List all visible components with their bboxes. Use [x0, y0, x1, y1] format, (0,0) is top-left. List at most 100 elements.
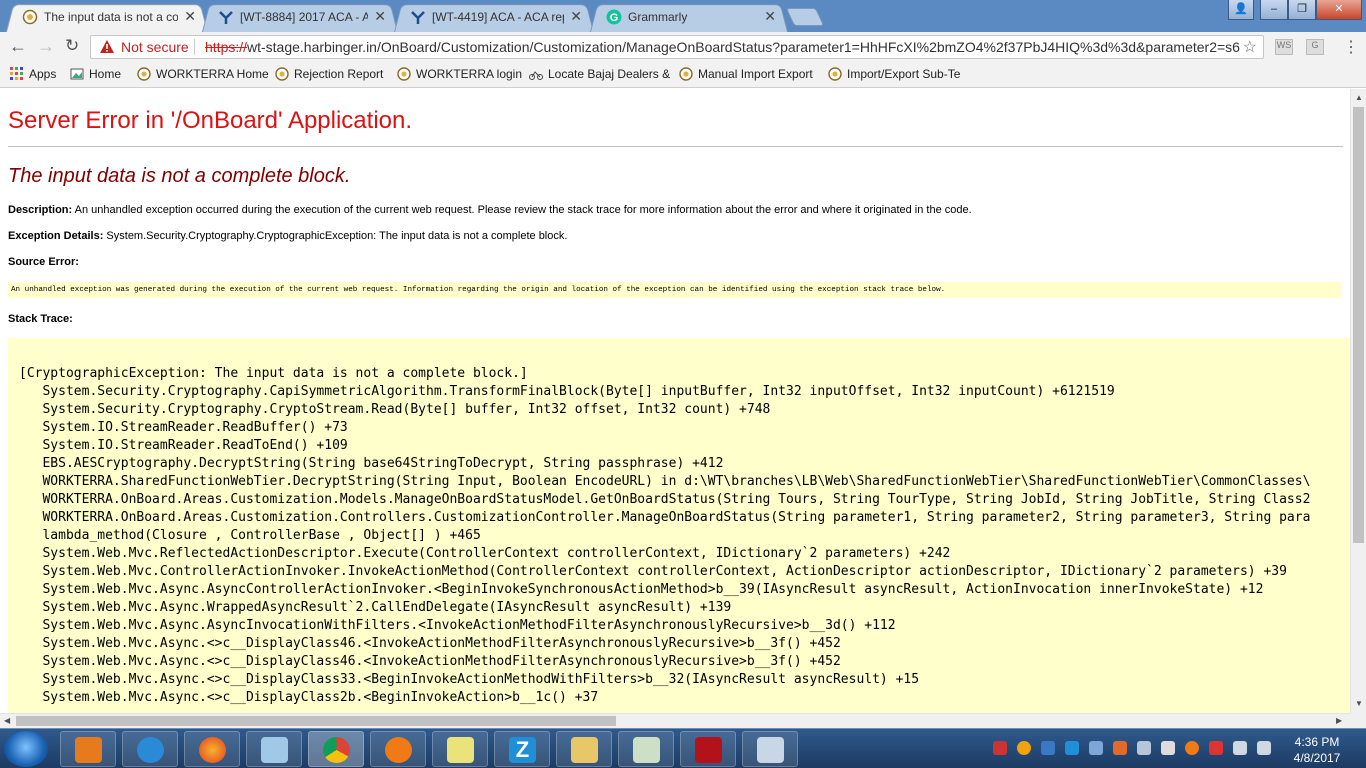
- tray-sync-icon[interactable]: [1161, 741, 1175, 755]
- extension-g-icon[interactable]: G: [1306, 39, 1324, 55]
- tab-wt-8884[interactable]: [WT-8884] 2017 ACA - ACA reports ✕: [202, 2, 398, 32]
- clock-time: 4:36 PM: [1294, 735, 1340, 749]
- new-tab-button[interactable]: [785, 8, 825, 26]
- stack-trace-line: WORKTERRA.SharedFunctionWebTier.DecryptS…: [19, 474, 1311, 489]
- scroll-left-arrow-icon[interactable]: ◀: [4, 716, 10, 725]
- grammarly-icon: G: [606, 9, 622, 25]
- tab-title: [WT-4419] ACA - ACA report: [432, 10, 564, 24]
- exception-details-row: Exception Details: System.Security.Crypt…: [8, 230, 567, 242]
- profile-icon[interactable]: 👤: [1228, 0, 1254, 20]
- tab-title: The input data is not a complete block.: [44, 10, 178, 24]
- address-bar[interactable]: Not secure https:// wt-stage.harbinger.i…: [90, 35, 1264, 59]
- tray-flower-icon[interactable]: [1017, 741, 1031, 755]
- close-tab-icon[interactable]: ✕: [570, 8, 582, 25]
- vertical-scroll-thumb[interactable]: [1353, 107, 1364, 543]
- stack-trace-line: WORKTERRA.OnBoard.Areas.Customization.Co…: [19, 510, 1311, 525]
- restore-button[interactable]: ❐: [1288, 0, 1316, 20]
- horizontal-scroll-thumb[interactable]: [16, 716, 616, 726]
- bookmark-bajaj-dealers[interactable]: Locate Bajaj Dealers &: [529, 67, 670, 81]
- warning-icon[interactable]: [99, 39, 115, 55]
- stack-trace-line: System.Web.Mvc.ReflectedActionDescriptor…: [19, 546, 951, 561]
- description-text: An unhandled exception occurred during t…: [74, 204, 972, 216]
- browser-toolbar: ← → ↻ Not secure https:// wt-stage.harbi…: [0, 32, 1366, 62]
- tray-shield-blue-icon[interactable]: [1041, 741, 1055, 755]
- error-subtitle: The input data is not a complete block.: [8, 165, 351, 187]
- globe-icon: [397, 67, 411, 81]
- bookmark-rejection-report[interactable]: Rejection Report: [275, 67, 383, 81]
- menu-kebab-icon[interactable]: ⋮: [1343, 37, 1359, 57]
- tray-z-icon[interactable]: [1065, 741, 1079, 755]
- jira-icon: [411, 11, 425, 24]
- taskbar-notes[interactable]: [246, 731, 302, 767]
- bookmark-manual-import-export[interactable]: Manual Import Export: [679, 67, 813, 81]
- back-arrow-icon[interactable]: ←: [9, 36, 27, 57]
- minimize-button[interactable]: –: [1260, 0, 1288, 20]
- scrollbar-corner: [1350, 713, 1366, 728]
- flame-icon: [385, 737, 412, 763]
- bookmark-workterra-login[interactable]: WORKTERRA login: [397, 67, 522, 81]
- motorbike-icon: [529, 71, 543, 80]
- bookmark-star-icon[interactable]: ☆: [1243, 37, 1257, 57]
- tab-server-error[interactable]: The input data is not a complete block. …: [6, 2, 208, 32]
- folder-icon: [571, 737, 598, 763]
- taskbar-app-z[interactable]: Z: [494, 731, 550, 767]
- bookmark-workterra-home[interactable]: WORKTERRA Home: [137, 67, 269, 81]
- close-window-button[interactable]: ✕: [1316, 0, 1362, 20]
- stack-trace-line: lambda_method(Closure , ControllerBase ,…: [19, 528, 481, 543]
- stack-trace-line: EBS.AESCryptography.DecryptString(String…: [19, 456, 724, 471]
- media-player-icon: [75, 737, 102, 763]
- stack-trace-line: System.Web.Mvc.Async.<>c__DisplayClass46…: [19, 654, 841, 669]
- apps-grid-icon: [10, 67, 23, 80]
- start-button-icon[interactable]: [4, 731, 48, 767]
- tab-wt-4419[interactable]: [WT-4419] ACA - ACA report ✕: [394, 2, 594, 32]
- taskbar-chrome[interactable]: [308, 731, 364, 767]
- scroll-down-arrow-icon[interactable]: ▼: [1355, 699, 1363, 708]
- taskbar-calculator[interactable]: [742, 731, 798, 767]
- scroll-right-arrow-icon[interactable]: ▶: [1336, 716, 1342, 725]
- tray-display-icon[interactable]: [1233, 741, 1247, 755]
- taskbar-firefox[interactable]: [184, 731, 240, 767]
- tab-grammarly[interactable]: G Grammarly ✕: [590, 2, 788, 32]
- stack-trace-line: [CryptographicException: The input data …: [19, 366, 528, 381]
- notepad-icon: [261, 737, 288, 763]
- forward-arrow-icon[interactable]: →: [37, 36, 55, 57]
- tray-alert-icon[interactable]: [1209, 741, 1223, 755]
- pdf-icon: [695, 737, 722, 763]
- extension-ws-icon[interactable]: WS: [1275, 39, 1293, 55]
- globe-icon: [275, 67, 289, 81]
- close-tab-icon[interactable]: ✕: [764, 8, 776, 25]
- windows-taskbar: Z 4:36 PM 4/8/2017: [0, 728, 1366, 768]
- taskbar-explorer[interactable]: [556, 731, 612, 767]
- taskbar-sticky-notes[interactable]: [432, 731, 488, 767]
- tray-flame-icon[interactable]: [1185, 741, 1199, 755]
- source-error-box: An unhandled exception was generated dur…: [8, 282, 1341, 298]
- tray-ws-icon[interactable]: [1089, 741, 1103, 755]
- taskbar-media-player[interactable]: [60, 731, 116, 767]
- jira-icon: [219, 11, 233, 24]
- speaker-icon[interactable]: [1257, 741, 1271, 755]
- horizontal-scrollbar[interactable]: ◀ ▶: [0, 713, 1350, 728]
- bookmark-home[interactable]: Home: [70, 67, 121, 81]
- z-app-icon: Z: [509, 737, 536, 763]
- close-tab-icon[interactable]: ✕: [184, 8, 196, 25]
- stack-trace-line: System.Web.Mvc.Async.<>c__DisplayClass33…: [19, 672, 920, 687]
- omnibox-divider: [194, 39, 195, 55]
- internet-explorer-icon: [137, 737, 164, 763]
- tray-shield-icon[interactable]: [993, 741, 1007, 755]
- taskbar-acrobat[interactable]: [680, 731, 736, 767]
- bookmark-import-export-sub[interactable]: Import/Export Sub-Te: [828, 67, 960, 81]
- bookmark-apps[interactable]: Apps: [10, 67, 56, 81]
- tray-network-icon[interactable]: [1137, 741, 1151, 755]
- image-icon: [70, 68, 84, 80]
- system-clock[interactable]: 4:36 PM 4/8/2017: [1282, 734, 1352, 766]
- vertical-scrollbar[interactable]: ▲ ▼: [1350, 89, 1366, 713]
- close-tab-icon[interactable]: ✕: [374, 8, 386, 25]
- tray-app-icon[interactable]: [1113, 741, 1127, 755]
- scroll-up-arrow-icon[interactable]: ▲: [1355, 93, 1363, 102]
- stack-trace-line: WORKTERRA.OnBoard.Areas.Customization.Mo…: [19, 492, 1311, 507]
- taskbar-calculator-grid[interactable]: [618, 731, 674, 767]
- reload-icon[interactable]: ↻: [65, 36, 79, 56]
- taskbar-app-flame[interactable]: [370, 731, 426, 767]
- taskbar-internet-explorer[interactable]: [122, 731, 178, 767]
- not-secure-label[interactable]: Not secure: [121, 39, 189, 55]
